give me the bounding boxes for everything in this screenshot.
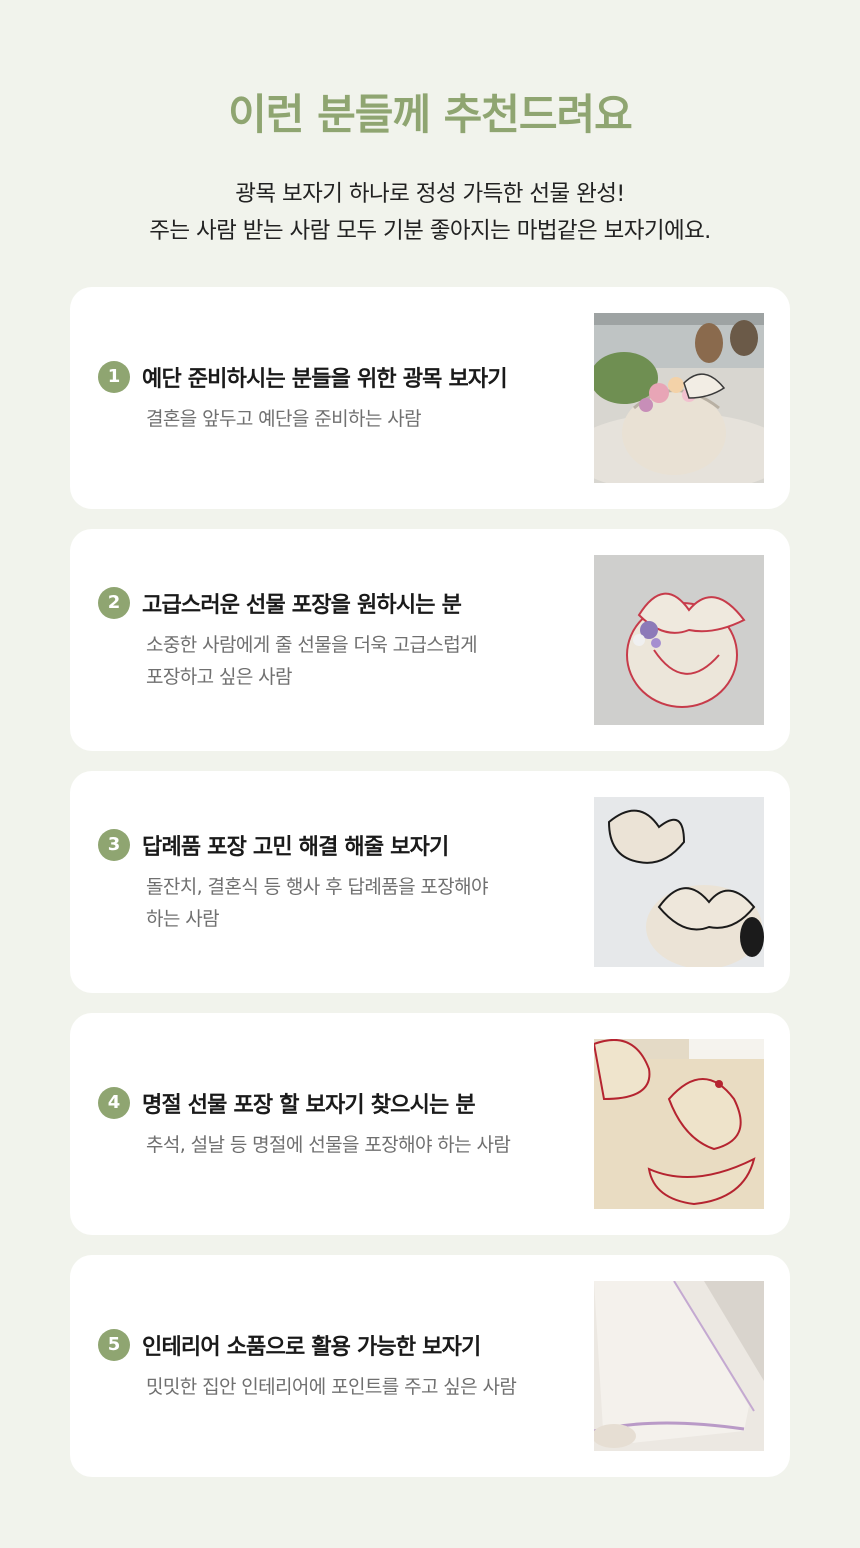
card-title: 고급스러운 선물 포장을 원하시는 분 [142,593,462,618]
number-badge: 3 [98,829,130,861]
card-description: 추석, 설날 등 명절에 선물을 포장해야 하는 사람 [146,1129,568,1161]
number-badge: 4 [98,1087,130,1119]
card-description: 소중한 사람에게 줄 선물을 더욱 고급스럽게 포장하고 싶은 사람 [146,629,568,693]
card-description-line: 소중한 사람에게 줄 선물을 더욱 고급스럽게 [146,634,478,656]
card-photo-interior-bojagi [594,1281,764,1451]
card-description-line: 밋밋한 집안 인테리어에 포인트를 주고 싶은 사람 [146,1376,517,1398]
card-photo-return-gift-bojagi [594,797,764,967]
number-badge: 5 [98,1329,130,1361]
subtitle-line-1: 광목 보자기 하나로 정성 가득한 선물 완성! [235,181,625,207]
card-photo-gift-bojagi [594,555,764,725]
card-description: 결혼을 앞두고 예단을 준비하는 사람 [146,403,568,435]
card-description-line: 추석, 설날 등 명절에 선물을 포장해야 하는 사람 [146,1134,511,1156]
subtitle-line-2: 주는 사람 받는 사람 모두 기분 좋아지는 마법같은 보자기에요. [149,218,711,244]
card-description: 돌잔치, 결혼식 등 행사 후 답례품을 포장해야 하는 사람 [146,871,568,935]
card-description: 밋밋한 집안 인테리어에 포인트를 주고 싶은 사람 [146,1371,568,1403]
card-title: 답례품 포장 고민 해결 해줄 보자기 [142,835,449,860]
card-description-line: 포장하고 싶은 사람 [146,666,293,688]
number-badge: 1 [98,361,130,393]
recommendation-card-5: 5 인테리어 소품으로 활용 가능한 보자기 밋밋한 집안 인테리어에 포인트를… [70,1255,790,1477]
card-description-line: 하는 사람 [146,908,220,930]
recommendation-card-4: 4 명절 선물 포장 할 보자기 찾으시는 분 추석, 설날 등 명절에 선물을… [70,1013,790,1235]
recommendation-section: 이런 분들께 추천드려요 광목 보자기 하나로 정성 가득한 선물 완성! 주는… [0,0,860,1548]
card-photo-holiday-bojagi [594,1039,764,1209]
recommendation-card-3: 3 답례품 포장 고민 해결 해줄 보자기 돌잔치, 결혼식 등 행사 후 답례… [70,771,790,993]
card-title: 예단 준비하시는 분들을 위한 광목 보자기 [142,367,508,392]
section-subtitle: 광목 보자기 하나로 정성 가득한 선물 완성! 주는 사람 받는 사람 모두 … [0,176,860,250]
recommendation-card-2: 2 고급스러운 선물 포장을 원하시는 분 소중한 사람에게 줄 선물을 더욱 … [70,529,790,751]
number-badge: 2 [98,587,130,619]
card-description-line: 돌잔치, 결혼식 등 행사 후 답례품을 포장해야 [146,876,489,898]
recommendation-card-1: 1 예단 준비하시는 분들을 위한 광목 보자기 결혼을 앞두고 예단을 준비하… [70,287,790,509]
card-title: 인테리어 소품으로 활용 가능한 보자기 [142,1335,481,1360]
section-title: 이런 분들께 추천드려요 [228,90,633,139]
card-photo-wedding-bojagi [594,313,764,483]
card-title: 명절 선물 포장 할 보자기 찾으시는 분 [142,1093,476,1118]
card-description-line: 결혼을 앞두고 예단을 준비하는 사람 [146,408,422,430]
